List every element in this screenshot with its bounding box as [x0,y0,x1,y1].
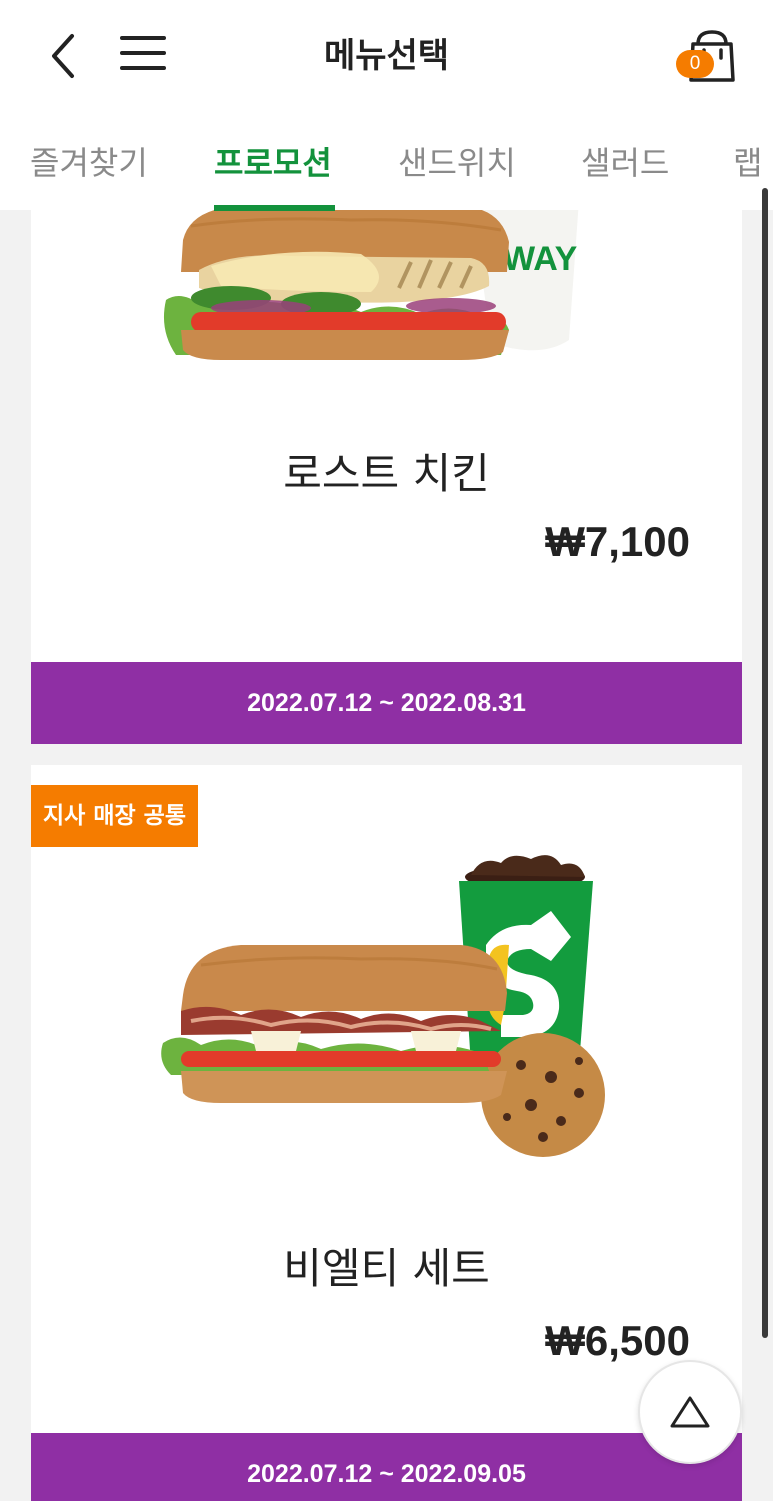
triangle-up-icon [670,1396,710,1428]
blt-set-image [161,855,605,1157]
cart-button[interactable]: 0 [676,28,738,84]
scroll-to-top-button[interactable] [638,1360,742,1464]
promotion-period: 2022.07.12 ~ 2022.08.31 [31,662,742,744]
promotion-period: 2022.07.12 ~ 2022.09.05 [31,1433,742,1501]
scrollbar-thumb[interactable] [762,188,768,1338]
product-price: ₩7,100 [545,518,690,565]
product-price: ₩6,500 [545,1317,690,1364]
category-tabs: 즐겨찾기 프로모션 샌드위치 샐러드 랩 [0,130,773,211]
cart-count-badge: 0 [676,50,714,78]
page-title: 메뉴선택 [323,36,450,76]
product-name: 비엘티 세트 [283,1244,490,1293]
product-card[interactable]: B WAY 로스트 치킨 ₩7,100 [31,210,742,744]
menu-select-screen: 메뉴선택 0 즐겨찾기 프로모션 샌드위치 샐러드 랩 B [0,0,773,1501]
active-tab-indicator [214,205,335,211]
tab-wrap[interactable]: 랩 [733,138,762,184]
tab-favorites[interactable]: 즐겨찾기 [30,138,148,184]
product-list: B WAY 로스트 치킨 ₩7,100 [0,210,773,1501]
svg-text:WAY: WAY [503,240,578,278]
tab-salad[interactable]: 샐러드 [581,138,669,184]
tab-sandwich[interactable]: 샌드위치 [398,138,516,184]
product-name: 로스트 치킨 [283,449,490,498]
roast-chicken-sandwich-image: B WAY [163,210,579,360]
product-card[interactable]: 지사 매장 공통 비엘티 세트 ₩6,500 2022.07.12 ~ 2022… [31,765,742,1501]
top-header: 메뉴선택 0 즐겨찾기 프로모션 샌드위치 샐러드 랩 [0,0,773,211]
tab-promotion[interactable]: 프로모션 [214,138,332,184]
